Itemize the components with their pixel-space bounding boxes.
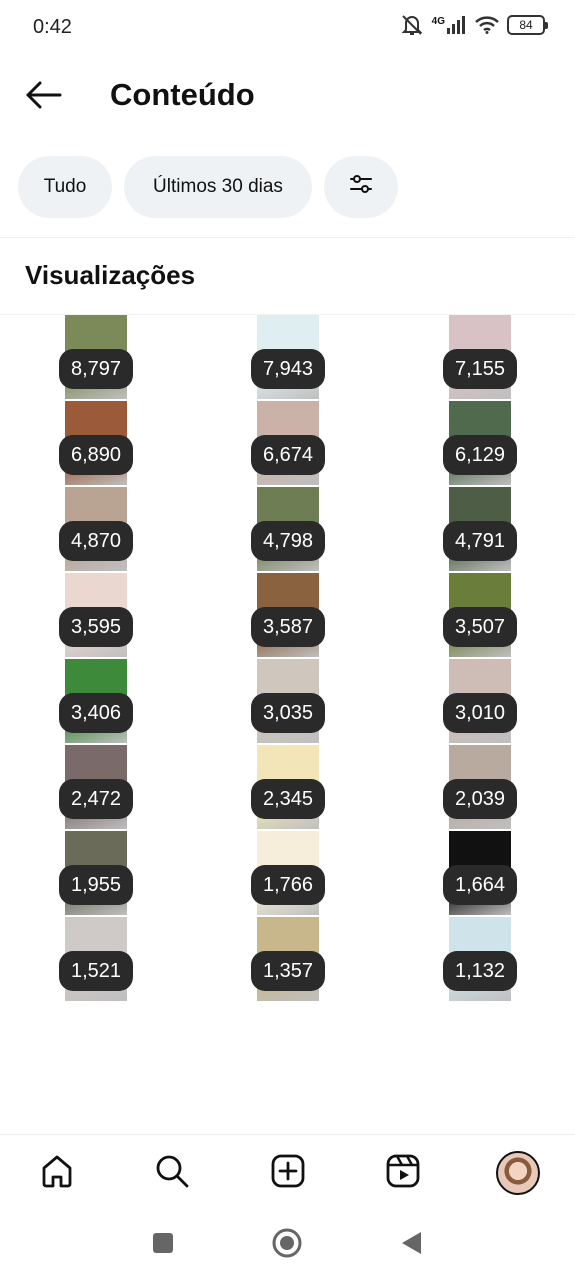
view-count: 4,870 [59, 521, 133, 561]
status-icons: 4G 84 [400, 14, 548, 36]
home-icon [39, 1153, 75, 1194]
divider [0, 237, 575, 238]
system-nav-bar [0, 1210, 575, 1280]
view-count: 7,155 [443, 349, 517, 389]
view-count: 3,587 [251, 607, 325, 647]
view-count: 3,507 [443, 607, 517, 647]
triangle-back-icon [399, 1230, 423, 1261]
nav-profile[interactable] [494, 1149, 542, 1197]
mute-icon [400, 14, 424, 36]
page-title: Conteúdo [110, 77, 255, 112]
home-system-button[interactable] [270, 1228, 304, 1262]
nav-search[interactable] [148, 1149, 196, 1197]
view-count: 3,010 [443, 693, 517, 733]
grid-row: 3,595 3,587 3,507 [0, 573, 575, 659]
wifi-icon [475, 16, 499, 34]
view-count: 3,595 [59, 607, 133, 647]
grid-row: 4,870 4,798 4,791 [0, 487, 575, 573]
plus-square-icon [270, 1153, 306, 1194]
nav-create[interactable] [264, 1149, 312, 1197]
back-button[interactable] [20, 74, 66, 120]
filter-all-chip[interactable]: Tudo [18, 156, 112, 218]
filter-options-button[interactable] [324, 156, 398, 218]
status-bar: 0:42 4G 84 [0, 0, 575, 56]
nav-reels[interactable] [379, 1149, 427, 1197]
view-count: 2,345 [251, 779, 325, 819]
grid-row: 2,472 2,345 2,039 [0, 745, 575, 831]
content-grid: 8,797 7,943 7,155 6,890 6,674 6,129 4,870 4,798… [0, 315, 575, 1003]
sliders-icon [349, 173, 373, 201]
reels-icon [385, 1153, 421, 1194]
view-count: 4,791 [443, 521, 517, 561]
filter-period-chip[interactable]: Últimos 30 dias [124, 156, 312, 218]
view-count: 3,406 [59, 693, 133, 733]
bottom-nav [0, 1134, 575, 1210]
view-count: 3,035 [251, 693, 325, 733]
network-type: 4G [431, 16, 445, 27]
header: Conteúdo [0, 60, 575, 132]
grid-row: 6,890 6,674 6,129 [0, 401, 575, 487]
view-count: 1,521 [59, 951, 133, 991]
view-count: 1,664 [443, 865, 517, 905]
view-count: 1,132 [443, 951, 517, 991]
search-icon [154, 1153, 190, 1194]
signal-icon: 4G [432, 16, 467, 34]
view-count: 2,472 [59, 779, 133, 819]
view-count: 2,039 [443, 779, 517, 819]
filter-bar: Tudo Últimos 30 dias [18, 156, 398, 218]
square-icon [151, 1231, 175, 1260]
back-system-button[interactable] [394, 1228, 428, 1262]
view-count: 4,798 [251, 521, 325, 561]
avatar [496, 1151, 540, 1195]
section-title: Visualizações [25, 260, 196, 290]
grid-row: 1,521 1,357 1,132 [0, 917, 575, 1003]
grid-row: 3,406 3,035 3,010 [0, 659, 575, 745]
view-count: 6,129 [443, 435, 517, 475]
view-count: 6,890 [59, 435, 133, 475]
view-count: 8,797 [59, 349, 133, 389]
arrow-left-icon [24, 80, 62, 115]
nav-home[interactable] [33, 1149, 81, 1197]
circle-icon [271, 1227, 303, 1264]
view-count: 1,357 [251, 951, 325, 991]
status-time: 0:42 [33, 16, 72, 38]
view-count: 1,955 [59, 865, 133, 905]
view-count: 7,943 [251, 349, 325, 389]
view-count: 1,766 [251, 865, 325, 905]
grid-row: 1,955 1,766 1,664 [0, 831, 575, 917]
view-count: 6,674 [251, 435, 325, 475]
recent-apps-button[interactable] [146, 1228, 180, 1262]
battery-icon: 84 [507, 15, 548, 35]
grid-row: 8,797 7,943 7,155 [0, 315, 575, 401]
